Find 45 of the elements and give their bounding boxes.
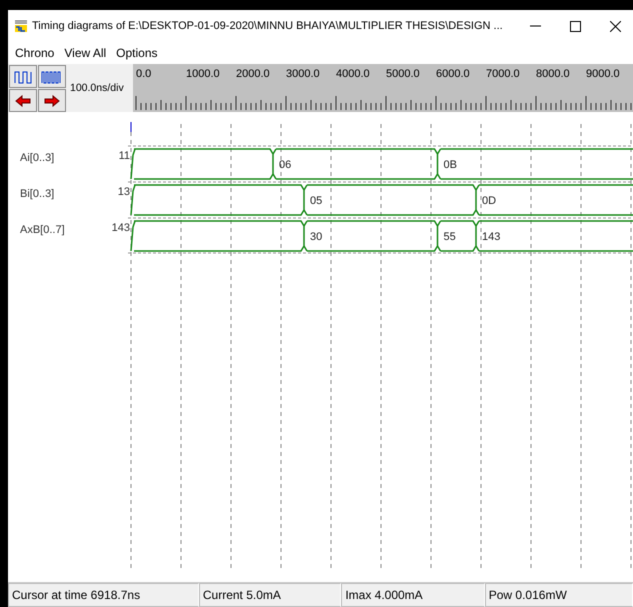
time-scale: 100.0ns/div bbox=[69, 81, 125, 96]
scroll-left-button[interactable] bbox=[9, 89, 37, 112]
right-arrow-icon bbox=[44, 94, 60, 106]
ruler-label: 7000.0 bbox=[486, 68, 520, 80]
maximize-icon bbox=[570, 20, 580, 32]
ruler-label: 3000.0 bbox=[286, 68, 320, 80]
window-title: Timing diagrams of E:\DESKTOP-01-09-2020\MINNU BHAIYA\MULTIPLIER THESIS\DESIGN ... bbox=[32, 20, 504, 32]
menu-item[interactable]: Chrono bbox=[12, 46, 62, 60]
minimize-icon bbox=[530, 25, 540, 27]
menu-item[interactable]: Options bbox=[113, 46, 165, 60]
close-icon bbox=[610, 20, 620, 32]
bus-value: 55 bbox=[444, 231, 456, 243]
bus-value: 0B bbox=[444, 159, 457, 171]
status-field: Imax 4.000mA bbox=[341, 583, 485, 607]
signal-name[interactable]: Bi[0..3] bbox=[20, 188, 54, 200]
ruler-label: 6000.0 bbox=[436, 68, 470, 80]
ruler-label: 8000.0 bbox=[536, 68, 570, 80]
ruler-label: 4000.0 bbox=[336, 68, 370, 80]
ruler-label: 2000.0 bbox=[236, 68, 270, 80]
bus-value: 11 bbox=[118, 150, 130, 162]
dense-wave-icon bbox=[41, 70, 63, 84]
bus-value: 0D bbox=[482, 195, 496, 207]
ruler-label: 5000.0 bbox=[386, 68, 420, 80]
ruler-label: 9000.0 bbox=[586, 68, 620, 80]
time-ruler[interactable]: 0.0 1000.0 2000.0 3000.0 4000.0 5000.0 6000.0 7000.0 8000.0 9000.0 bbox=[133, 64, 633, 112]
clock-wave-button[interactable] bbox=[9, 65, 37, 88]
signal-name[interactable]: AxB[0..7] bbox=[20, 224, 65, 236]
bus-value: 13 bbox=[118, 186, 130, 198]
ruler-label: 0.0 bbox=[136, 68, 152, 80]
fast-clock-wave-button[interactable] bbox=[38, 65, 66, 88]
app-icon bbox=[14, 19, 28, 33]
status-field: Pow 0.016mW bbox=[484, 583, 633, 607]
bus-value: 05 bbox=[310, 195, 322, 207]
square-wave-icon bbox=[14, 70, 32, 84]
bus-value: 143 bbox=[482, 231, 500, 243]
ruler-label: 1000.0 bbox=[186, 68, 220, 80]
status-field: Current 5.0mA bbox=[198, 583, 342, 607]
signal-name[interactable]: Ai[0..3] bbox=[20, 152, 54, 164]
left-arrow-icon bbox=[15, 94, 31, 106]
bus-value: 06 bbox=[279, 159, 292, 171]
bus-value: 143 bbox=[112, 222, 130, 234]
menu-item[interactable]: View All bbox=[61, 46, 114, 60]
status-field: Cursor at time 6918.7ns bbox=[8, 583, 199, 607]
scroll-right-button[interactable] bbox=[38, 89, 66, 112]
bus-value: 30 bbox=[310, 231, 322, 243]
